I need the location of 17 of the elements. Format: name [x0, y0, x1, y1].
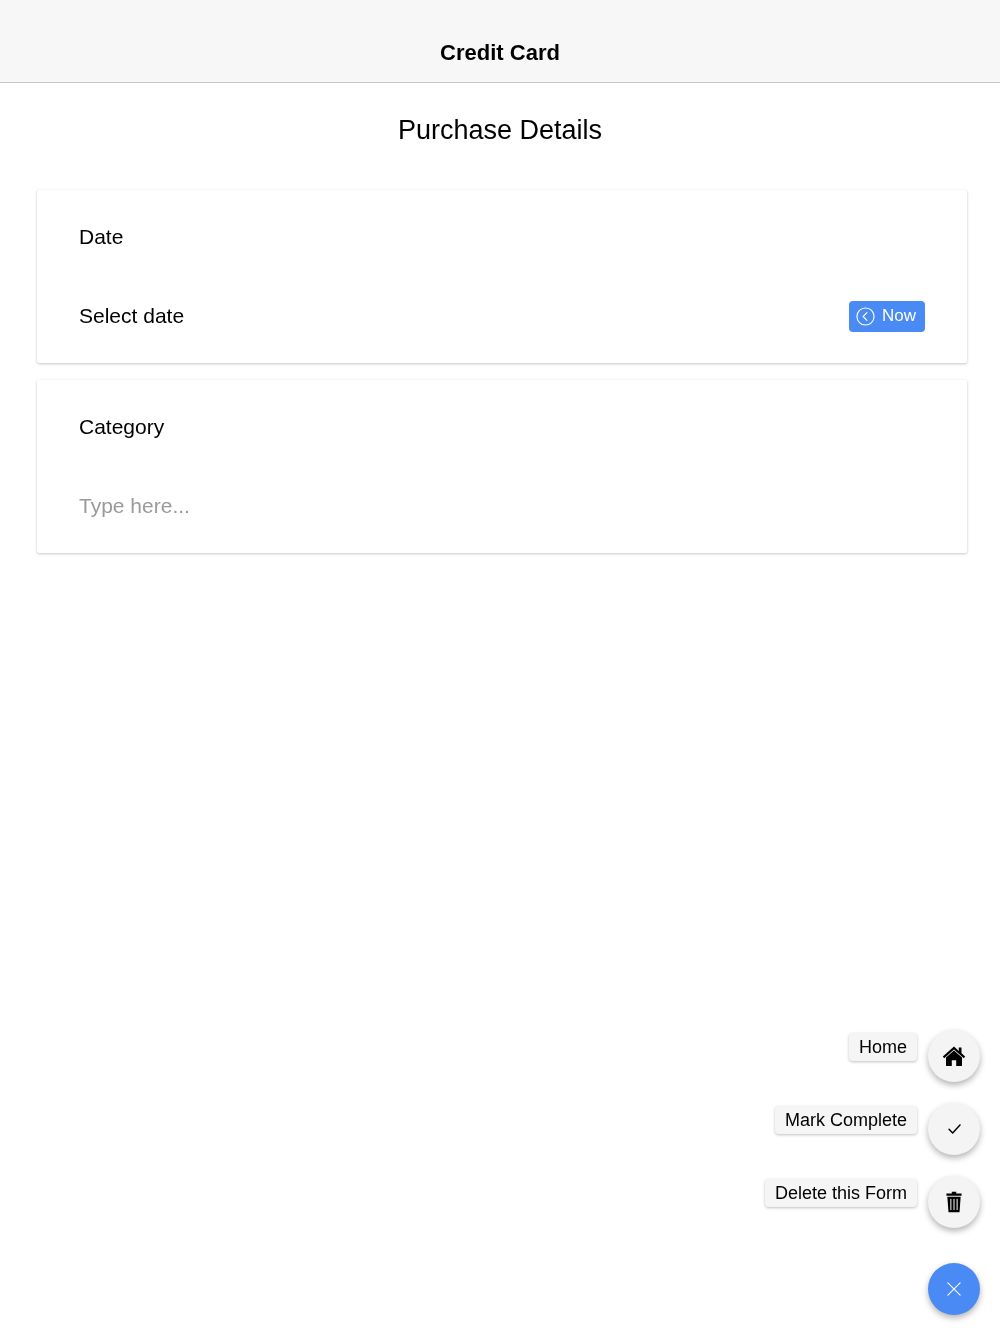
date-value[interactable]: Select date — [79, 301, 185, 331]
action-button[interactable] — [928, 1030, 980, 1082]
field-label: Category — [79, 414, 165, 440]
fab-button[interactable] — [928, 1263, 980, 1315]
field-label: Date — [79, 224, 124, 250]
nav-title: Credit Card — [440, 39, 560, 67]
action-button[interactable] — [928, 1176, 980, 1228]
check-icon — [947, 1124, 961, 1134]
action-label: Home — [849, 1033, 917, 1061]
trash-icon — [946, 1191, 962, 1213]
home-icon — [942, 1044, 966, 1068]
action-label: Delete this Form — [764, 1179, 917, 1207]
chevron-circle-icon — [856, 306, 875, 326]
category-input[interactable]: Type here... — [79, 489, 925, 523]
action-label: Mark Complete — [774, 1106, 917, 1134]
close-icon — [947, 1282, 961, 1296]
page-title: Purchase Details — [396, 114, 604, 147]
